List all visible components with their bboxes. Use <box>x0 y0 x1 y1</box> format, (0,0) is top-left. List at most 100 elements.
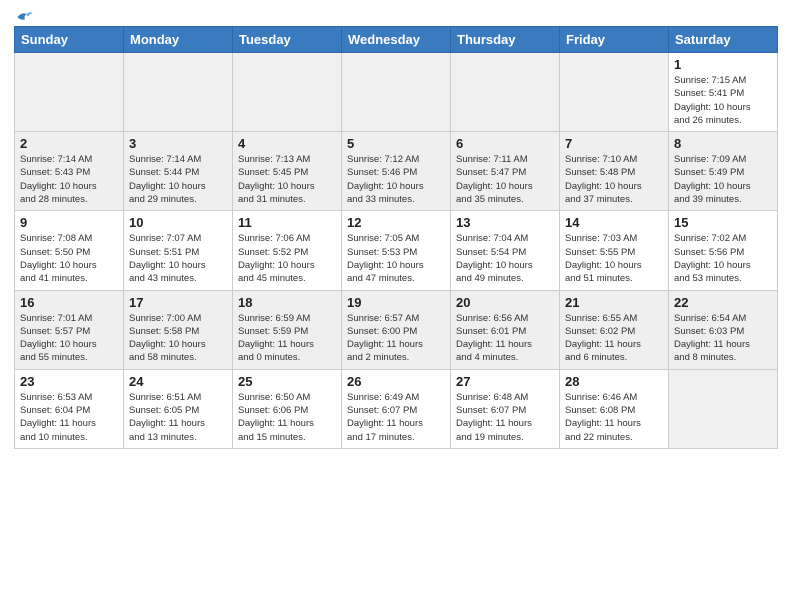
weekday-header-row: SundayMondayTuesdayWednesdayThursdayFrid… <box>15 27 778 53</box>
day-cell: 13 Sunrise: 7:04 AM Sunset: 5:54 PM Dayli… <box>451 211 560 290</box>
day-cell <box>233 53 342 132</box>
day-cell: 14 Sunrise: 7:03 AM Sunset: 5:55 PM Dayli… <box>560 211 669 290</box>
day-info: Sunrise: 7:04 AM Sunset: 5:54 PM Dayligh… <box>456 232 554 285</box>
day-cell: 3 Sunrise: 7:14 AM Sunset: 5:44 PM Daylig… <box>124 132 233 211</box>
day-number: 10 <box>129 215 227 230</box>
day-info: Sunrise: 7:11 AM Sunset: 5:47 PM Dayligh… <box>456 153 554 206</box>
week-row-2: 9 Sunrise: 7:08 AM Sunset: 5:50 PM Daylig… <box>15 211 778 290</box>
day-number: 20 <box>456 295 554 310</box>
day-number: 13 <box>456 215 554 230</box>
day-cell <box>451 53 560 132</box>
logo-bird-icon <box>16 10 34 24</box>
day-cell: 16 Sunrise: 7:01 AM Sunset: 5:57 PM Dayli… <box>15 290 124 369</box>
day-cell <box>560 53 669 132</box>
day-number: 28 <box>565 374 663 389</box>
day-cell: 5 Sunrise: 7:12 AM Sunset: 5:46 PM Daylig… <box>342 132 451 211</box>
day-info: Sunrise: 7:02 AM Sunset: 5:56 PM Dayligh… <box>674 232 772 285</box>
page: SundayMondayTuesdayWednesdayThursdayFrid… <box>0 0 792 463</box>
week-row-1: 2 Sunrise: 7:14 AM Sunset: 5:43 PM Daylig… <box>15 132 778 211</box>
day-info: Sunrise: 7:12 AM Sunset: 5:46 PM Dayligh… <box>347 153 445 206</box>
day-cell: 11 Sunrise: 7:06 AM Sunset: 5:52 PM Dayli… <box>233 211 342 290</box>
day-info: Sunrise: 7:08 AM Sunset: 5:50 PM Dayligh… <box>20 232 118 285</box>
logo <box>14 10 34 20</box>
day-info: Sunrise: 6:51 AM Sunset: 6:05 PM Dayligh… <box>129 391 227 444</box>
day-info: Sunrise: 6:46 AM Sunset: 6:08 PM Dayligh… <box>565 391 663 444</box>
day-number: 6 <box>456 136 554 151</box>
day-cell: 7 Sunrise: 7:10 AM Sunset: 5:48 PM Daylig… <box>560 132 669 211</box>
day-cell: 8 Sunrise: 7:09 AM Sunset: 5:49 PM Daylig… <box>669 132 778 211</box>
day-info: Sunrise: 6:56 AM Sunset: 6:01 PM Dayligh… <box>456 312 554 365</box>
day-info: Sunrise: 7:07 AM Sunset: 5:51 PM Dayligh… <box>129 232 227 285</box>
day-info: Sunrise: 7:14 AM Sunset: 5:44 PM Dayligh… <box>129 153 227 206</box>
day-number: 4 <box>238 136 336 151</box>
day-number: 21 <box>565 295 663 310</box>
day-cell: 23 Sunrise: 6:53 AM Sunset: 6:04 PM Dayli… <box>15 369 124 448</box>
day-cell: 15Sunrise: 7:02 AM Sunset: 5:56 PM Dayli… <box>669 211 778 290</box>
week-row-0: 1 Sunrise: 7:15 AM Sunset: 5:41 PM Daylig… <box>15 53 778 132</box>
weekday-header-wednesday: Wednesday <box>342 27 451 53</box>
day-cell <box>342 53 451 132</box>
day-info: Sunrise: 6:53 AM Sunset: 6:04 PM Dayligh… <box>20 391 118 444</box>
day-cell: 1 Sunrise: 7:15 AM Sunset: 5:41 PM Daylig… <box>669 53 778 132</box>
day-cell: 9 Sunrise: 7:08 AM Sunset: 5:50 PM Daylig… <box>15 211 124 290</box>
weekday-header-sunday: Sunday <box>15 27 124 53</box>
day-number: 7 <box>565 136 663 151</box>
day-info: Sunrise: 7:13 AM Sunset: 5:45 PM Dayligh… <box>238 153 336 206</box>
day-number: 18 <box>238 295 336 310</box>
day-number: 8 <box>674 136 772 151</box>
day-cell: 27 Sunrise: 6:48 AM Sunset: 6:07 PM Dayli… <box>451 369 560 448</box>
day-cell: 18 Sunrise: 6:59 AM Sunset: 5:59 PM Dayli… <box>233 290 342 369</box>
weekday-header-monday: Monday <box>124 27 233 53</box>
day-cell <box>124 53 233 132</box>
day-cell: 22Sunrise: 6:54 AM Sunset: 6:03 PM Dayli… <box>669 290 778 369</box>
day-number: 27 <box>456 374 554 389</box>
calendar-table: SundayMondayTuesdayWednesdayThursdayFrid… <box>14 26 778 449</box>
day-info: Sunrise: 7:03 AM Sunset: 5:55 PM Dayligh… <box>565 232 663 285</box>
day-number: 11 <box>238 215 336 230</box>
day-number: 1 <box>674 57 772 72</box>
day-cell: 10 Sunrise: 7:07 AM Sunset: 5:51 PM Dayli… <box>124 211 233 290</box>
day-number: 19 <box>347 295 445 310</box>
day-number: 22 <box>674 295 772 310</box>
day-cell: 25 Sunrise: 6:50 AM Sunset: 6:06 PM Dayli… <box>233 369 342 448</box>
day-info: Sunrise: 6:49 AM Sunset: 6:07 PM Dayligh… <box>347 391 445 444</box>
day-cell: 21 Sunrise: 6:55 AM Sunset: 6:02 PM Dayli… <box>560 290 669 369</box>
day-cell: 19Sunrise: 6:57 AM Sunset: 6:00 PM Dayli… <box>342 290 451 369</box>
day-cell: 6 Sunrise: 7:11 AM Sunset: 5:47 PM Daylig… <box>451 132 560 211</box>
day-number: 5 <box>347 136 445 151</box>
day-info: Sunrise: 7:15 AM Sunset: 5:41 PM Dayligh… <box>674 74 772 127</box>
header <box>14 10 778 20</box>
day-info: Sunrise: 7:14 AM Sunset: 5:43 PM Dayligh… <box>20 153 118 206</box>
week-row-4: 23 Sunrise: 6:53 AM Sunset: 6:04 PM Dayli… <box>15 369 778 448</box>
day-cell: 2 Sunrise: 7:14 AM Sunset: 5:43 PM Daylig… <box>15 132 124 211</box>
day-info: Sunrise: 7:09 AM Sunset: 5:49 PM Dayligh… <box>674 153 772 206</box>
day-info: Sunrise: 6:55 AM Sunset: 6:02 PM Dayligh… <box>565 312 663 365</box>
day-cell <box>669 369 778 448</box>
day-number: 14 <box>565 215 663 230</box>
day-number: 3 <box>129 136 227 151</box>
day-number: 25 <box>238 374 336 389</box>
day-info: Sunrise: 6:48 AM Sunset: 6:07 PM Dayligh… <box>456 391 554 444</box>
day-number: 24 <box>129 374 227 389</box>
day-number: 9 <box>20 215 118 230</box>
day-info: Sunrise: 7:00 AM Sunset: 5:58 PM Dayligh… <box>129 312 227 365</box>
weekday-header-tuesday: Tuesday <box>233 27 342 53</box>
day-info: Sunrise: 6:50 AM Sunset: 6:06 PM Dayligh… <box>238 391 336 444</box>
day-cell: 4 Sunrise: 7:13 AM Sunset: 5:45 PM Daylig… <box>233 132 342 211</box>
day-cell: 28 Sunrise: 6:46 AM Sunset: 6:08 PM Dayli… <box>560 369 669 448</box>
weekday-header-friday: Friday <box>560 27 669 53</box>
day-cell: 24 Sunrise: 6:51 AM Sunset: 6:05 PM Dayli… <box>124 369 233 448</box>
day-number: 2 <box>20 136 118 151</box>
day-cell: 26Sunrise: 6:49 AM Sunset: 6:07 PM Dayli… <box>342 369 451 448</box>
day-number: 23 <box>20 374 118 389</box>
day-info: Sunrise: 7:01 AM Sunset: 5:57 PM Dayligh… <box>20 312 118 365</box>
day-info: Sunrise: 7:06 AM Sunset: 5:52 PM Dayligh… <box>238 232 336 285</box>
day-cell: 17Sunrise: 7:00 AM Sunset: 5:58 PM Dayli… <box>124 290 233 369</box>
day-info: Sunrise: 7:10 AM Sunset: 5:48 PM Dayligh… <box>565 153 663 206</box>
day-cell: 12Sunrise: 7:05 AM Sunset: 5:53 PM Dayli… <box>342 211 451 290</box>
day-number: 16 <box>20 295 118 310</box>
day-cell: 20 Sunrise: 6:56 AM Sunset: 6:01 PM Dayli… <box>451 290 560 369</box>
day-info: Sunrise: 7:05 AM Sunset: 5:53 PM Dayligh… <box>347 232 445 285</box>
day-info: Sunrise: 6:59 AM Sunset: 5:59 PM Dayligh… <box>238 312 336 365</box>
weekday-header-saturday: Saturday <box>669 27 778 53</box>
